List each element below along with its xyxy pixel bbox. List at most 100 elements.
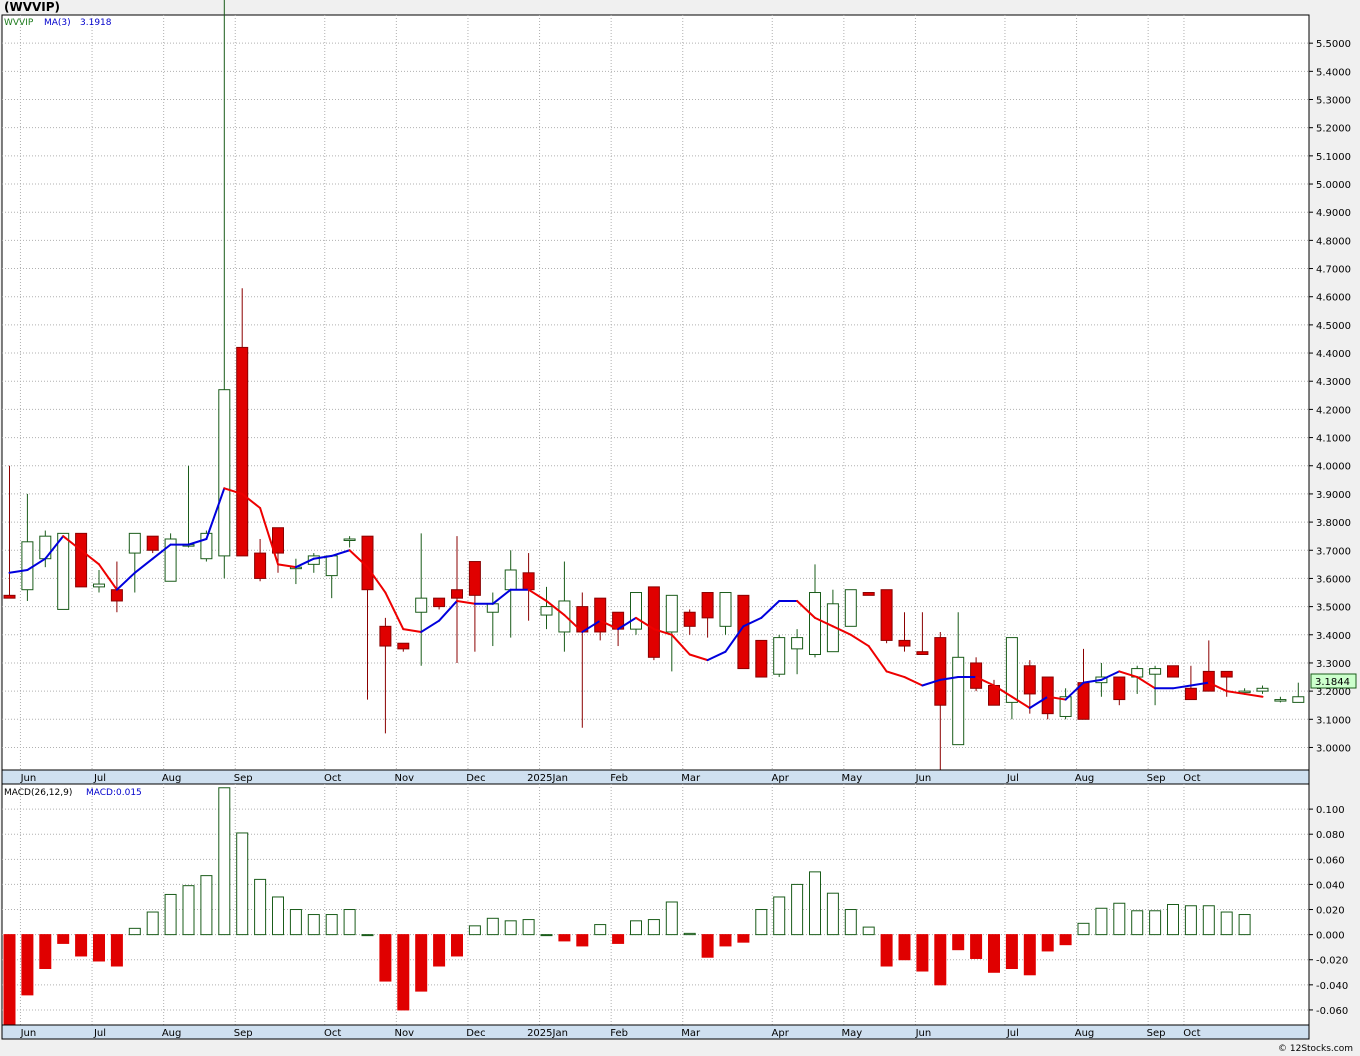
price-tick-label: 5.2000	[1316, 124, 1351, 135]
legend-symbol: WVVIP	[4, 18, 34, 28]
macd-tick-label: -0.020	[1316, 956, 1348, 967]
candle-body	[719, 592, 732, 627]
price-tick-label: 5.5000	[1316, 39, 1351, 50]
macd-bar	[182, 885, 195, 936]
price-tick-label: 4.3000	[1316, 377, 1351, 388]
x-axis-label: Sep	[234, 1028, 253, 1039]
macd-bar	[1220, 911, 1233, 936]
x-axis-label: Aug	[162, 1028, 182, 1039]
macd-bar	[1202, 905, 1215, 936]
macd-bar	[3, 934, 16, 1030]
candle-body	[1113, 676, 1126, 701]
x-axis-label: Apr	[772, 773, 790, 784]
x-axis-label: May	[841, 1028, 862, 1039]
macd-bar	[236, 832, 249, 936]
macd-bar	[1113, 902, 1126, 936]
price-tick-label: 4.7000	[1316, 265, 1351, 276]
candle-body	[809, 592, 821, 655]
candle-body	[934, 637, 947, 706]
x-axis-label: Feb	[610, 1028, 628, 1039]
macd-bar	[110, 934, 123, 967]
candle-body	[451, 589, 463, 599]
macd-tick-label: 0.020	[1316, 906, 1345, 917]
candle-body	[522, 572, 535, 591]
macd-tick-label: -0.040	[1316, 981, 1348, 992]
candle-body	[433, 597, 446, 608]
x-axis-label: Dec	[466, 773, 485, 784]
candle-body	[880, 589, 893, 641]
chart-title: (WVVIP)	[4, 0, 60, 14]
candle-body	[755, 639, 768, 678]
macd-bar	[218, 787, 231, 936]
price-tick-label: 3.7000	[1316, 546, 1351, 557]
macd-bar	[415, 934, 428, 992]
price-tick-label: 3.1000	[1316, 715, 1351, 726]
candle-body	[1256, 687, 1269, 692]
macd-bar	[1167, 904, 1179, 936]
price-tick-label: 4.8000	[1316, 236, 1351, 247]
macd-legend-value: MACD:0.015	[86, 788, 142, 798]
macd-panel	[1, 783, 1310, 1026]
site-credit: © 12Stocks.com	[1278, 1044, 1353, 1054]
macd-bar	[289, 909, 302, 936]
macd-bar	[254, 878, 267, 936]
candle-body	[898, 639, 911, 647]
candle-body	[1292, 696, 1305, 703]
macd-bar	[504, 920, 517, 936]
last-price-label: 3.1844	[1315, 677, 1350, 688]
price-tick-label: 4.2000	[1316, 405, 1351, 416]
candle-body	[1167, 665, 1179, 678]
macd-bar	[164, 893, 177, 936]
macd-bar	[1095, 907, 1108, 936]
macd-bar	[1023, 934, 1036, 976]
macd-tick-label: -0.060	[1316, 1006, 1348, 1017]
macd-bar	[952, 934, 965, 951]
macd-bar	[665, 901, 678, 936]
candle-body	[343, 538, 356, 541]
x-axis-label: Jul	[1006, 773, 1019, 784]
candle-body	[486, 603, 499, 613]
x-axis-label: Sep	[1147, 1028, 1166, 1039]
macd-legend-name: MACD(26,12,9)	[4, 788, 72, 798]
price-tick-label: 3.5000	[1316, 603, 1351, 614]
macd-bar	[540, 934, 553, 937]
macd-bar	[57, 934, 70, 944]
price-tick-label: 4.4000	[1316, 349, 1351, 360]
macd-bar	[737, 934, 750, 943]
macd-tick-label: 0.100	[1316, 805, 1345, 816]
macd-bar	[1184, 905, 1197, 936]
macd-bar	[988, 934, 1000, 973]
candle-body	[952, 656, 965, 746]
macd-bar	[307, 914, 320, 936]
x-axis-label: Apr	[772, 1028, 790, 1039]
macd-bar	[272, 896, 284, 936]
x-axis-label: Nov	[395, 1028, 415, 1039]
x-axis-label: Oct	[324, 1028, 341, 1039]
price-tick-label: 3.4000	[1316, 631, 1351, 642]
x-axis-label: Jun	[915, 773, 932, 784]
candle-body	[146, 535, 159, 551]
macd-bar	[862, 926, 875, 936]
macd-bar	[576, 934, 589, 947]
stock-chart: 3.0000 3.1000 3.2000 3.3000 3.4000 3.5000 3.60…	[1, 0, 1357, 1054]
price-y-axis: 3.0000 3.1000 3.2000 3.3000 3.4000 3.5000 3.60…	[1309, 39, 1351, 754]
candle-body	[683, 611, 696, 627]
price-date-band	[1, 769, 1310, 785]
macd-bar	[826, 892, 839, 936]
macd-bar	[1131, 910, 1144, 936]
x-axis-label: Aug	[162, 773, 182, 784]
x-axis-label: Feb	[610, 773, 628, 784]
macd-bar	[343, 909, 356, 936]
price-tick-label: 4.0000	[1316, 462, 1351, 473]
macd-bar	[630, 920, 642, 936]
price-tick-label: 3.2000	[1316, 687, 1351, 698]
macd-tick-label: 0.080	[1316, 830, 1345, 841]
macd-bar	[809, 871, 821, 936]
candle-body	[1005, 637, 1018, 703]
candle-body	[415, 597, 428, 613]
macd-bar	[200, 875, 213, 936]
macd-bar	[934, 934, 947, 986]
x-axis-label: Oct	[1183, 1028, 1200, 1039]
macd-bar	[39, 934, 52, 970]
x-axis-label: Dec	[466, 1028, 485, 1039]
